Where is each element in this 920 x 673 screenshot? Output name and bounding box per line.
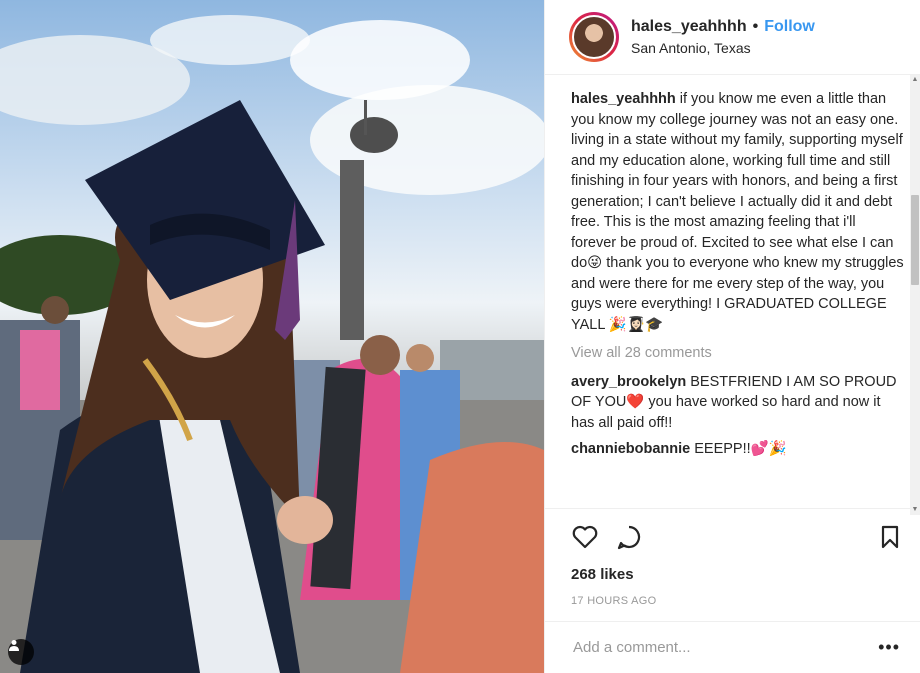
- scrollbar-thumb[interactable]: [911, 195, 919, 285]
- comments-section[interactable]: hales_yeahhhh if you know me even a littl…: [545, 75, 920, 508]
- caption: hales_yeahhhh if you know me even a littl…: [571, 89, 904, 335]
- header-text: hales_yeahhhh • Follow San Antonio, Texa…: [631, 18, 815, 56]
- author-username[interactable]: hales_yeahhhh: [631, 18, 747, 36]
- person-glyph: [9, 640, 19, 651]
- user-tag-icon[interactable]: [8, 639, 34, 665]
- comment-item: channiebobannie EEEPP!!💕🎉: [571, 439, 904, 460]
- header-row: hales_yeahhhh • Follow: [631, 18, 815, 36]
- comment-username[interactable]: channiebobannie: [571, 441, 690, 457]
- post-header: hales_yeahhhh • Follow San Antonio, Texa…: [545, 0, 920, 75]
- comment-item: avery_brookelyn BESTFRIEND I AM SO PROUD …: [571, 372, 904, 434]
- post-sidebar: hales_yeahhhh • Follow San Antonio, Texa…: [544, 0, 920, 673]
- post-timestamp[interactable]: 17 HOURS AGO: [545, 595, 920, 607]
- add-comment-bar: •••: [545, 621, 920, 673]
- bookmark-icon[interactable]: [876, 523, 904, 551]
- comment-username[interactable]: avery_brookelyn: [571, 374, 686, 390]
- caption-username[interactable]: hales_yeahhhh: [571, 91, 676, 107]
- follow-button[interactable]: Follow: [764, 18, 815, 36]
- header-separator: •: [752, 18, 759, 35]
- location-link[interactable]: San Antonio, Texas: [631, 40, 815, 56]
- action-bar: [545, 508, 920, 564]
- comment-text: EEEPP!!💕🎉: [694, 441, 787, 457]
- scroll-up-arrow-icon[interactable]: ▲: [910, 75, 920, 85]
- add-comment-input[interactable]: [571, 638, 879, 657]
- more-options-icon[interactable]: •••: [878, 637, 900, 658]
- caption-text: if you know me even a little than you kn…: [571, 91, 904, 333]
- scroll-down-arrow-icon[interactable]: ▼: [910, 505, 920, 515]
- view-all-comments-link[interactable]: View all 28 comments: [571, 343, 904, 364]
- avatar-photo: [572, 15, 616, 59]
- graduation-photo: [0, 15, 544, 673]
- instagram-post: hales_yeahhhh • Follow San Antonio, Texa…: [0, 0, 920, 673]
- comment-bubble-icon[interactable]: [615, 523, 643, 551]
- avatar[interactable]: [569, 12, 619, 62]
- likes-count[interactable]: 268 likes: [545, 566, 920, 583]
- post-photo[interactable]: [0, 0, 544, 673]
- comments-scrollbar[interactable]: ▲ ▼: [910, 75, 920, 515]
- heart-icon[interactable]: [571, 523, 599, 551]
